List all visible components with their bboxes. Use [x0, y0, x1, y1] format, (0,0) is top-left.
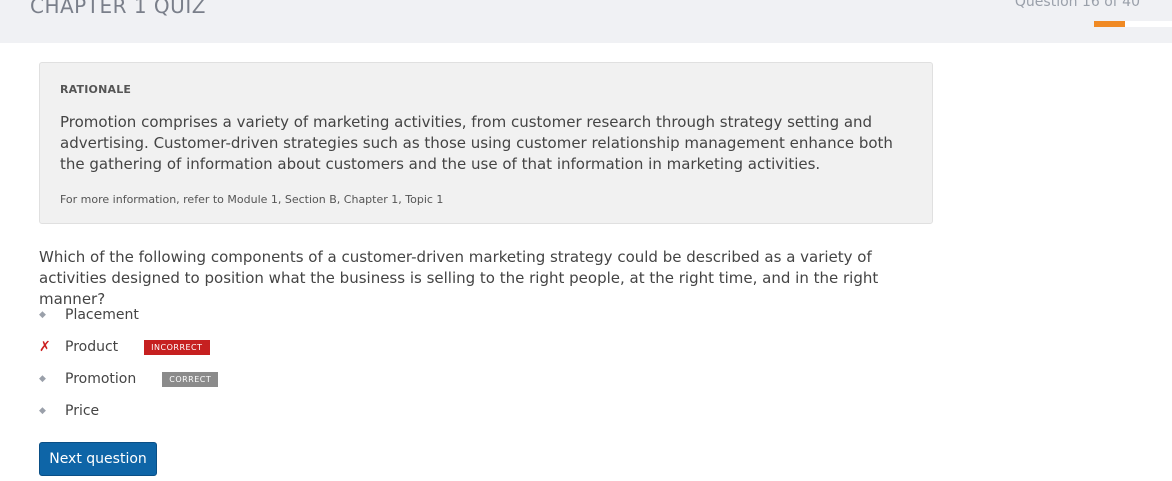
incorrect-badge: INCORRECT	[144, 339, 210, 355]
rationale-panel: RATIONALE Promotion comprises a variety …	[39, 62, 933, 224]
answer-option-label: Placement	[65, 307, 139, 323]
next-question-button[interactable]: Next question	[39, 442, 157, 476]
answer-option-product[interactable]: ✗ Product INCORRECT	[39, 337, 210, 357]
answer-option-label: Price	[65, 403, 100, 419]
diamond-bullet-icon: ◆	[39, 310, 46, 320]
progress-bar	[1094, 21, 1172, 27]
question-progress-label: Question 16 of 40	[1014, 0, 1140, 10]
question-text: Which of the following components of a c…	[39, 248, 879, 308]
answer-option-label: Product	[65, 339, 119, 355]
rationale-heading: RATIONALE	[60, 83, 132, 96]
correct-badge: CORRECT	[162, 371, 219, 387]
diamond-bullet-icon: ◆	[39, 374, 46, 384]
rationale-reference: For more information, refer to Module 1,…	[60, 193, 444, 206]
quiz-header: CHAPTER 1 QUIZ Question 16 of 40	[0, 0, 1172, 43]
progress-bar-fill	[1094, 21, 1126, 27]
x-mark-icon: ✗	[39, 339, 51, 355]
answer-option-label: Promotion	[65, 371, 137, 387]
rationale-body: Promotion comprises a variety of marketi…	[60, 113, 893, 173]
answer-option-price[interactable]: ◆ Price	[39, 401, 99, 421]
answer-option-promotion[interactable]: ◆ Promotion CORRECT	[39, 369, 219, 389]
diamond-bullet-icon: ◆	[39, 406, 46, 416]
answer-option-placement[interactable]: ◆ Placement	[39, 305, 139, 325]
quiz-title: CHAPTER 1 QUIZ	[30, 0, 206, 18]
